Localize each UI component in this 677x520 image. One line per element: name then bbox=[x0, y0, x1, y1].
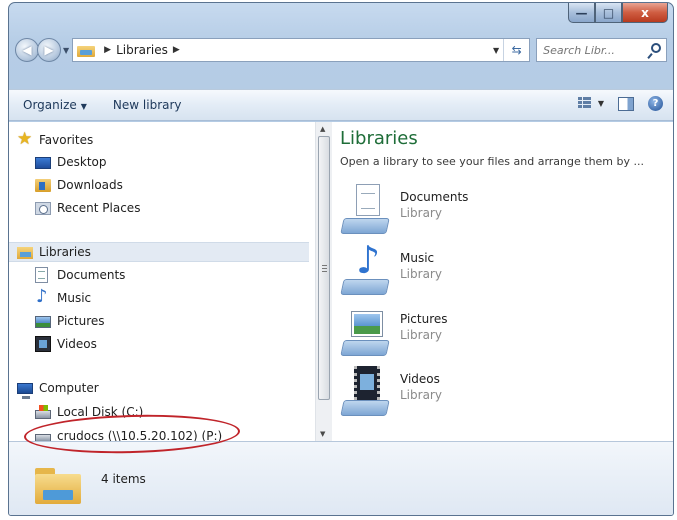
content-pane: Libraries Open a library to see your fil… bbox=[332, 122, 673, 441]
refresh-icon[interactable]: ⇆ bbox=[503, 39, 529, 61]
local-disk-icon bbox=[35, 405, 51, 419]
breadcrumb-separator-icon[interactable]: ▶ bbox=[173, 45, 180, 55]
library-pictures[interactable]: Pictures Library bbox=[340, 306, 542, 360]
search-input[interactable] bbox=[543, 43, 624, 57]
library-name: Pictures bbox=[400, 312, 448, 326]
nav-libraries[interactable]: Libraries bbox=[9, 242, 309, 262]
nav-computer-label: Computer bbox=[39, 381, 99, 395]
search-box[interactable] bbox=[536, 38, 667, 62]
nav-local-disk-label: Local Disk (C:) bbox=[57, 405, 144, 419]
libraries-folder-large-icon bbox=[35, 468, 81, 504]
page-subtitle: Open a library to see your files and arr… bbox=[340, 155, 644, 168]
grip-icon bbox=[322, 265, 327, 272]
back-button[interactable]: ◀ bbox=[15, 38, 39, 62]
minimize-button[interactable]: — bbox=[568, 3, 595, 23]
library-type: Library bbox=[400, 328, 442, 342]
nav-music[interactable]: Music bbox=[35, 286, 92, 308]
nav-videos-label: Videos bbox=[57, 337, 97, 351]
page-title: Libraries bbox=[340, 128, 418, 149]
nav-recent-places-label: Recent Places bbox=[57, 201, 141, 215]
nav-favorites-label: Favorites bbox=[39, 133, 94, 147]
documents-icon bbox=[35, 267, 48, 283]
library-type: Library bbox=[400, 388, 442, 402]
forward-arrow-icon: ▶ bbox=[44, 43, 54, 57]
nav-videos[interactable]: Videos bbox=[35, 334, 97, 354]
back-arrow-icon: ◀ bbox=[22, 43, 32, 57]
organize-label: Organize bbox=[23, 98, 77, 112]
documents-library-icon bbox=[340, 184, 390, 234]
library-music[interactable]: ♪ Music Library bbox=[340, 241, 542, 299]
music-icon bbox=[35, 286, 51, 307]
explorer-window: — □ x ◀ ▶ ▼ ▶ Libraries ▶ ▼ ⇆ Organize▼ … bbox=[8, 2, 674, 516]
navigation-scrollbar[interactable]: ▲ ▼ bbox=[315, 122, 332, 441]
libraries-icon bbox=[17, 247, 33, 259]
nav-local-disk[interactable]: Local Disk (C:) bbox=[35, 402, 143, 422]
details-pane: 4 items bbox=[9, 441, 673, 515]
pictures-icon bbox=[35, 316, 51, 328]
address-history-dropdown[interactable]: ▼ bbox=[493, 46, 499, 55]
library-name: Videos bbox=[400, 372, 440, 386]
nav-pictures[interactable]: Pictures bbox=[35, 311, 105, 331]
library-name: Documents bbox=[400, 190, 469, 204]
pictures-library-icon bbox=[340, 306, 390, 356]
computer-icon bbox=[17, 383, 33, 399]
chevron-down-icon: ▼ bbox=[80, 102, 87, 111]
downloads-folder-icon bbox=[35, 178, 51, 192]
videos-icon bbox=[35, 336, 51, 352]
library-name: Music bbox=[400, 251, 435, 265]
forward-button[interactable]: ▶ bbox=[37, 38, 61, 62]
nav-downloads[interactable]: Downloads bbox=[35, 175, 123, 195]
library-documents[interactable]: Documents Library bbox=[340, 184, 542, 238]
nav-favorites[interactable]: Favorites bbox=[17, 129, 94, 150]
close-button[interactable]: x bbox=[622, 3, 668, 23]
desktop-icon bbox=[35, 157, 51, 169]
star-icon bbox=[17, 129, 33, 149]
nav-desktop[interactable]: Desktop bbox=[35, 152, 107, 172]
change-view-icon[interactable] bbox=[577, 96, 592, 111]
command-bar: Organize ▼ New library ▼ ? bbox=[9, 89, 673, 121]
item-count: 4 items bbox=[101, 472, 146, 486]
organize-button[interactable]: Organize ▼ bbox=[23, 98, 87, 112]
nav-desktop-label: Desktop bbox=[57, 155, 107, 169]
scroll-up-icon[interactable]: ▲ bbox=[320, 125, 325, 133]
address-row: ◀ ▶ ▼ ▶ Libraries ▶ ▼ ⇆ bbox=[15, 37, 667, 63]
window-controls: — □ x bbox=[568, 3, 668, 23]
scrollbar-thumb[interactable] bbox=[318, 136, 330, 400]
recent-places-icon bbox=[35, 201, 51, 215]
navigation-pane: Favorites Desktop Downloads Recent Place… bbox=[9, 122, 315, 446]
search-icon[interactable] bbox=[651, 43, 661, 53]
help-icon[interactable]: ? bbox=[648, 96, 663, 111]
nav-documents[interactable]: Documents bbox=[35, 265, 125, 285]
breadcrumb-separator-icon[interactable]: ▶ bbox=[104, 45, 111, 55]
library-type: Library bbox=[400, 206, 442, 220]
nav-music-label: Music bbox=[57, 291, 92, 305]
library-videos[interactable]: Videos Library bbox=[340, 366, 542, 420]
nav-computer[interactable]: Computer bbox=[17, 378, 99, 399]
view-options-dropdown[interactable]: ▼ bbox=[598, 99, 604, 108]
libraries-folder-icon bbox=[77, 43, 96, 57]
music-library-icon: ♪ bbox=[340, 241, 390, 295]
view-controls: ▼ ? bbox=[577, 96, 663, 111]
new-library-button[interactable]: New library bbox=[113, 98, 182, 112]
videos-library-icon bbox=[340, 366, 390, 416]
nav-recent-places[interactable]: Recent Places bbox=[35, 198, 140, 218]
preview-pane-icon[interactable] bbox=[618, 96, 634, 111]
address-bar[interactable]: ▶ Libraries ▶ ▼ ⇆ bbox=[72, 38, 531, 62]
nav-documents-label: Documents bbox=[57, 268, 126, 282]
library-type: Library bbox=[400, 267, 442, 281]
maximize-button[interactable]: □ bbox=[595, 3, 622, 23]
nav-libraries-label: Libraries bbox=[39, 245, 91, 259]
recent-pages-dropdown[interactable]: ▼ bbox=[63, 46, 69, 55]
breadcrumb-libraries[interactable]: Libraries bbox=[116, 43, 168, 57]
nav-downloads-label: Downloads bbox=[57, 178, 123, 192]
nav-pictures-label: Pictures bbox=[57, 314, 105, 328]
scroll-down-icon[interactable]: ▼ bbox=[320, 430, 325, 438]
